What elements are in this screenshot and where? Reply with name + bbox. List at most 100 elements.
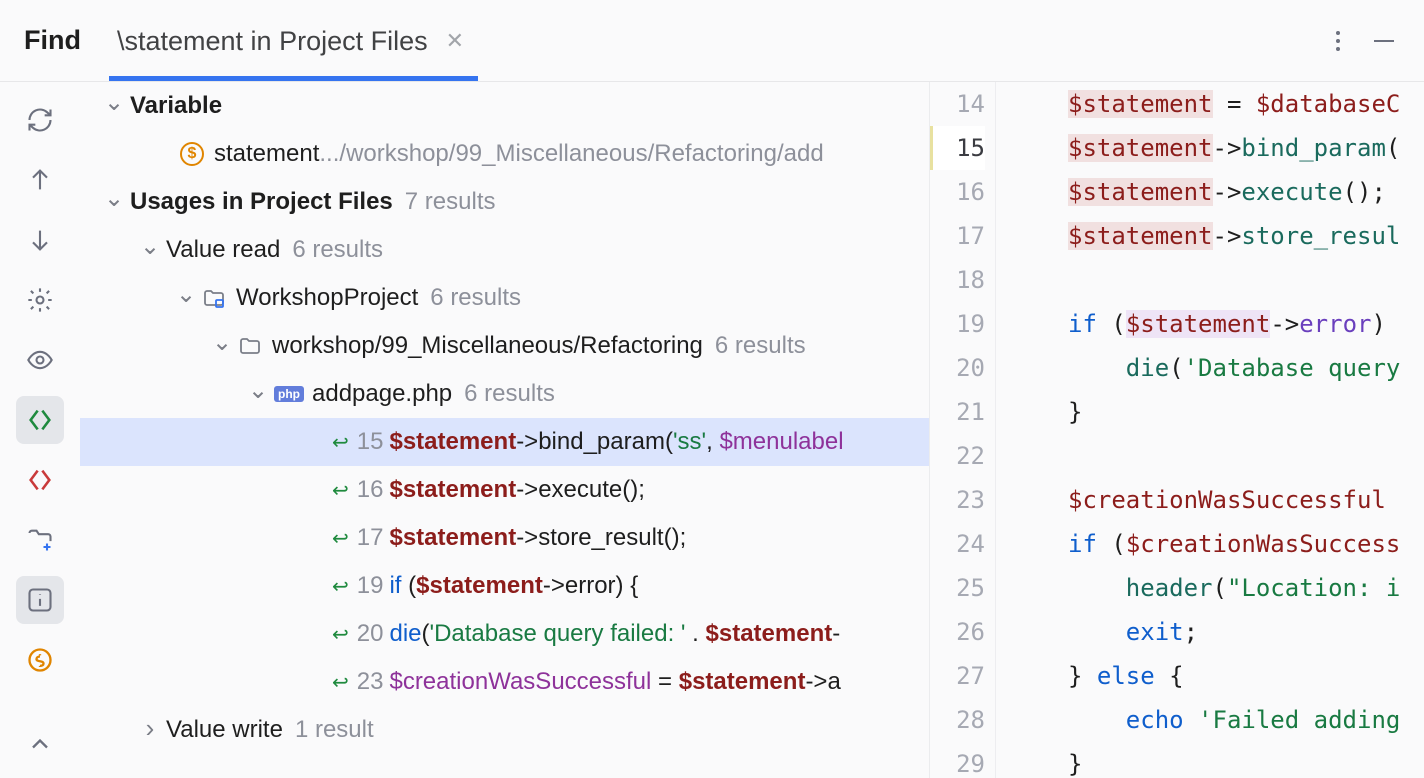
php-icon: php bbox=[274, 386, 304, 402]
usages-group[interactable]: Usages in Project Files 7 results bbox=[80, 178, 929, 226]
project-label: WorkshopProject bbox=[236, 284, 418, 312]
find-header: Find \statement in Project Files ✕ bbox=[0, 0, 1424, 82]
gutter-line: 24 bbox=[930, 522, 985, 566]
usage-code: if ($statement->error) { bbox=[389, 572, 638, 600]
kebab-icon[interactable] bbox=[1336, 31, 1340, 51]
gutter-line: 17 bbox=[930, 214, 985, 258]
new-folder-button[interactable] bbox=[16, 516, 64, 564]
file-group[interactable]: php addpage.php 6 results bbox=[80, 370, 929, 418]
code-line: $statement = $databaseC bbox=[996, 82, 1424, 126]
code-line: header("Location: i bbox=[996, 566, 1424, 610]
chevron-down-icon[interactable] bbox=[212, 332, 232, 361]
gutter-line: 16 bbox=[930, 170, 985, 214]
usage-row[interactable]: ↩︎15 $statement->bind_param('ss', $menul… bbox=[80, 418, 929, 466]
folder-group[interactable]: workshop/99_Miscellaneous/Refactoring 6 … bbox=[80, 322, 929, 370]
sidebar bbox=[0, 82, 80, 778]
line-number: 17 bbox=[357, 524, 384, 552]
code-line: if ($creationWasSuccess bbox=[996, 522, 1424, 566]
line-number: 20 bbox=[357, 620, 384, 648]
code-line bbox=[996, 258, 1424, 302]
chevron-right-icon[interactable] bbox=[140, 715, 160, 746]
chevron-down-icon[interactable] bbox=[140, 236, 160, 265]
variable-button[interactable] bbox=[16, 636, 64, 684]
tab-title: \statement in Project Files bbox=[117, 26, 428, 57]
variable-group-label: Variable bbox=[130, 92, 222, 120]
line-number: 19 bbox=[357, 572, 384, 600]
settings-button[interactable] bbox=[16, 276, 64, 324]
expand-button[interactable] bbox=[16, 720, 64, 768]
minimize-icon[interactable] bbox=[1374, 40, 1394, 42]
close-icon[interactable]: ✕ bbox=[446, 28, 464, 54]
find-label: Find bbox=[0, 25, 109, 56]
next-button[interactable] bbox=[16, 216, 64, 264]
variable-item[interactable]: $ statement .../workshop/99_Miscellaneou… bbox=[80, 130, 929, 178]
variable-path: .../workshop/99_Miscellaneous/Refactorin… bbox=[319, 140, 823, 168]
line-number: 15 bbox=[357, 428, 384, 456]
code-preview[interactable]: 14151617181920212223242526272829 $statem… bbox=[930, 82, 1424, 778]
value-read-group[interactable]: Value read 6 results bbox=[80, 226, 929, 274]
gutter-line: 21 bbox=[930, 390, 985, 434]
find-tab[interactable]: \statement in Project Files ✕ bbox=[109, 0, 478, 81]
usages-label: Usages in Project Files bbox=[130, 188, 393, 216]
folder-count: 6 results bbox=[715, 332, 806, 360]
code-line: } else { bbox=[996, 654, 1424, 698]
usage-row[interactable]: ↩︎23 $creationWasSuccessful = $statement… bbox=[80, 658, 929, 706]
show-read-button[interactable] bbox=[16, 396, 64, 444]
gutter-line: 27 bbox=[930, 654, 985, 698]
code-line: die('Database query bbox=[996, 346, 1424, 390]
gutter-line: 25 bbox=[930, 566, 985, 610]
usage-row[interactable]: ↩︎ 19 if ($statement->error) { bbox=[80, 562, 929, 610]
gutter-line: 19 bbox=[930, 302, 985, 346]
usages-count: 7 results bbox=[405, 188, 496, 216]
chevron-down-icon[interactable] bbox=[104, 92, 124, 121]
gutter: 14151617181920212223242526272829 bbox=[930, 82, 996, 778]
gutter-line: 28 bbox=[930, 698, 985, 742]
variable-group[interactable]: Variable bbox=[80, 82, 929, 130]
usage-code: $statement->store_result(); bbox=[389, 524, 686, 552]
gutter-line: 15 bbox=[930, 126, 985, 170]
code-line bbox=[996, 434, 1424, 478]
code-line: echo 'Failed adding bbox=[996, 698, 1424, 742]
read-usage-icon: ↩︎ bbox=[332, 574, 349, 599]
refresh-button[interactable] bbox=[16, 96, 64, 144]
read-usage-icon: ↩︎ bbox=[332, 478, 349, 503]
gutter-line: 22 bbox=[930, 434, 985, 478]
value-write-label: Value write bbox=[166, 716, 283, 744]
preview-button[interactable] bbox=[16, 336, 64, 384]
usage-row[interactable]: ↩︎ 16 $statement->execute(); bbox=[80, 466, 929, 514]
value-read-count: 6 results bbox=[292, 236, 383, 264]
project-count: 6 results bbox=[430, 284, 521, 312]
code-line: } bbox=[996, 390, 1424, 434]
code-line: $creationWasSuccessful bbox=[996, 478, 1424, 522]
code-line: $statement->execute(); bbox=[996, 170, 1424, 214]
gutter-line: 18 bbox=[930, 258, 985, 302]
value-write-count: 1 result bbox=[295, 716, 374, 744]
chevron-down-icon[interactable] bbox=[104, 188, 124, 217]
value-write-group[interactable]: Value write 1 result bbox=[80, 706, 929, 754]
usage-code: $statement->bind_param('ss', $menulabel bbox=[389, 428, 843, 456]
usage-code: $creationWasSuccessful = $statement->a bbox=[389, 668, 840, 696]
project-icon bbox=[202, 286, 226, 310]
results-tree[interactable]: Variable $ statement .../workshop/99_Mis… bbox=[80, 82, 930, 778]
line-number: 16 bbox=[357, 476, 384, 504]
usage-code: $statement->execute(); bbox=[389, 476, 644, 504]
usage-row[interactable]: ↩︎ 17 $statement->store_result(); bbox=[80, 514, 929, 562]
code-line: } bbox=[996, 742, 1424, 778]
gutter-line: 29 bbox=[930, 742, 985, 778]
project-group[interactable]: WorkshopProject 6 results bbox=[80, 274, 929, 322]
chevron-down-icon[interactable] bbox=[176, 284, 196, 313]
prev-button[interactable] bbox=[16, 156, 64, 204]
chevron-down-icon[interactable] bbox=[248, 380, 268, 409]
show-write-button[interactable] bbox=[16, 456, 64, 504]
read-usage-icon: ↩︎ bbox=[332, 526, 349, 551]
usage-code: die('Database query failed: ' . $stateme… bbox=[389, 620, 840, 648]
code-line: $statement->bind_param( bbox=[996, 126, 1424, 170]
code-line: exit; bbox=[996, 610, 1424, 654]
file-label: addpage.php bbox=[312, 380, 452, 408]
code-lines: $statement = $databaseC$statement->bind_… bbox=[996, 82, 1424, 778]
usage-row[interactable]: ↩︎20 die('Database query failed: ' . $st… bbox=[80, 610, 929, 658]
info-button[interactable] bbox=[16, 576, 64, 624]
code-line: if ($statement->error) bbox=[996, 302, 1424, 346]
line-number: 23 bbox=[357, 668, 384, 696]
variable-name: statement bbox=[214, 140, 319, 168]
